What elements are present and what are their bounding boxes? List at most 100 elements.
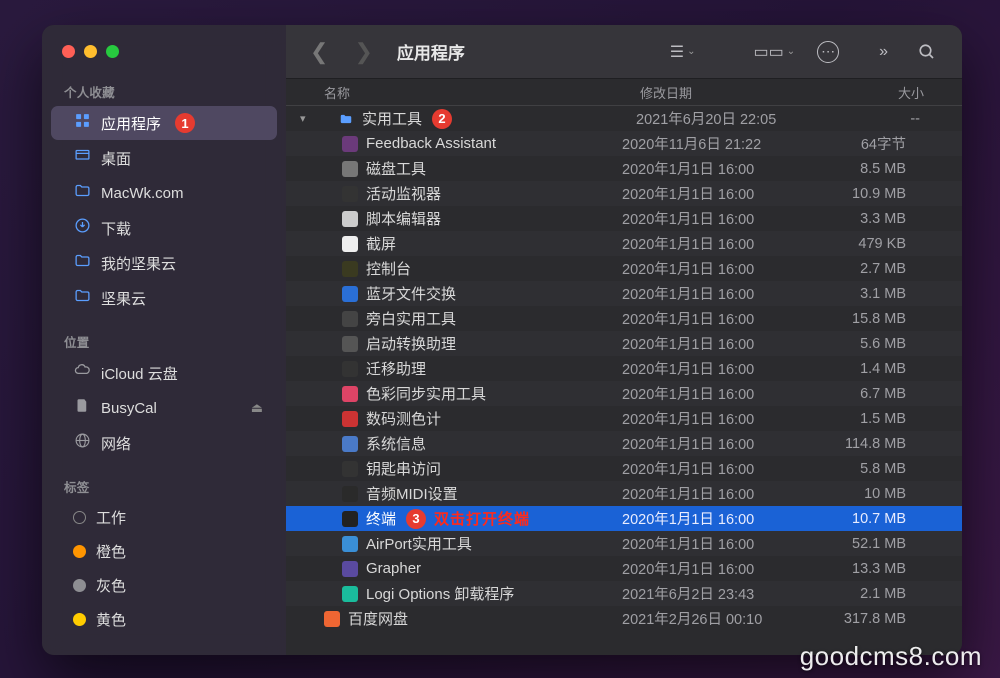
file-row[interactable]: AirPort实用工具2020年1月1日 16:0052.1 MB	[286, 531, 962, 556]
file-row[interactable]: Grapher2020年1月1日 16:0013.3 MB	[286, 556, 962, 581]
close-button[interactable]	[62, 45, 75, 58]
app-icon	[340, 435, 360, 453]
sidebar-item-label: 桌面	[101, 148, 131, 169]
file-size: 10.9 MB	[814, 186, 924, 202]
file-row[interactable]: 蓝牙文件交换2020年1月1日 16:003.1 MB	[286, 281, 962, 306]
group-button[interactable]: ▭▭⌄	[745, 38, 803, 66]
file-name: 音频MIDI设置	[366, 483, 458, 504]
sidebar-item-应用程序[interactable]: 应用程序1	[51, 106, 277, 140]
annotation-badge: 2	[432, 109, 452, 129]
file-row[interactable]: 音频MIDI设置 2020年1月1日 16:0010 MB	[286, 481, 962, 506]
sidebar-item-我的坚果云[interactable]: 我的坚果云	[51, 246, 277, 280]
col-date[interactable]: 修改日期	[640, 83, 832, 102]
sidebar-tag-黄色[interactable]: 黄色	[51, 603, 277, 636]
file-name: 磁盘工具	[366, 158, 426, 179]
file-row[interactable]: 控制台2020年1月1日 16:002.7 MB	[286, 256, 962, 281]
file-size: 5.6 MB	[814, 336, 924, 352]
app-icon	[340, 535, 360, 553]
sidebar-item-label: 橙色	[96, 541, 126, 562]
col-size[interactable]: 大小	[832, 83, 942, 102]
file-row[interactable]: 终端3双击打开终端2020年1月1日 16:0010.7 MB	[286, 506, 962, 531]
forward-button[interactable]: ❯	[348, 37, 378, 67]
file-size: 2.1 MB	[814, 586, 924, 602]
view-list-button[interactable]: ☰⌄	[662, 38, 704, 66]
file-name: 百度网盘	[348, 608, 408, 629]
file-name: 截屏	[366, 233, 396, 254]
folder-row[interactable]: ▾ 实用工具 2 2021年6月20日 22:05--	[286, 106, 962, 131]
file-date: 2020年1月1日 16:00	[622, 483, 814, 504]
file-row[interactable]: 百度网盘 2021年2月26日 00:10317.8 MB	[286, 606, 962, 631]
file-name: 实用工具	[362, 108, 422, 129]
sidebar-item-label: MacWk.com	[101, 185, 184, 202]
sidebar-item-label: 坚果云	[101, 288, 146, 309]
more-button[interactable]: »	[871, 39, 896, 65]
file-size: 317.8 MB	[814, 611, 924, 627]
file-size: 3.3 MB	[814, 211, 924, 227]
file-date: 2020年1月1日 16:00	[622, 508, 814, 529]
file-size: 13.3 MB	[814, 561, 924, 577]
sidebar-item-BusyCal[interactable]: BusyCal ⏏	[51, 391, 277, 425]
sidebar-item-桌面[interactable]: 桌面	[51, 141, 277, 175]
toolbar: ❮ ❯ 应用程序 ☰⌄ ▭▭⌄ ⋯ »	[286, 25, 962, 79]
sidebar-item-MacWk.com[interactable]: MacWk.com	[51, 176, 277, 210]
file-row[interactable]: 系统信息2020年1月1日 16:00114.8 MB	[286, 431, 962, 456]
sidebar-item-label: BusyCal	[101, 400, 157, 417]
app-icon	[340, 385, 360, 403]
sidebar-item-iCloud 云盘[interactable]: iCloud 云盘	[51, 356, 277, 390]
file-size: 8.5 MB	[814, 161, 924, 177]
file-row[interactable]: 迁移助理2020年1月1日 16:001.4 MB	[286, 356, 962, 381]
col-name[interactable]: 名称	[324, 83, 640, 102]
minimize-button[interactable]	[84, 45, 97, 58]
app-icon	[340, 460, 360, 478]
file-row[interactable]: 磁盘工具2020年1月1日 16:008.5 MB	[286, 156, 962, 181]
file-row[interactable]: 启动转换助理2020年1月1日 16:005.6 MB	[286, 331, 962, 356]
disclosure-triangle[interactable]: ▾	[300, 112, 314, 125]
file-size: --	[828, 111, 938, 127]
app-icon	[340, 510, 360, 528]
sidebar-item-网络[interactable]: 网络	[51, 426, 277, 460]
file-date: 2021年2月26日 00:10	[622, 608, 814, 629]
sidebar-item-下载[interactable]: 下载	[51, 211, 277, 245]
file-row[interactable]: 截屏2020年1月1日 16:00479 KB	[286, 231, 962, 256]
maximize-button[interactable]	[106, 45, 119, 58]
file-size: 10.7 MB	[814, 511, 924, 527]
file-name: 控制台	[366, 258, 411, 279]
folder-icon	[73, 287, 91, 309]
app-icon	[340, 210, 360, 228]
file-date: 2020年1月1日 16:00	[622, 308, 814, 329]
file-name: Logi Options 卸载程序	[366, 583, 514, 604]
file-row[interactable]: Logi Options 卸载程序2021年6月2日 23:432.1 MB	[286, 581, 962, 606]
action-button[interactable]: ⋯	[817, 41, 839, 63]
search-button[interactable]	[910, 39, 944, 65]
eject-icon[interactable]: ⏏	[251, 400, 263, 416]
sidebar-item-坚果云[interactable]: 坚果云	[51, 281, 277, 315]
file-row[interactable]: 数码测色计2020年1月1日 16:001.5 MB	[286, 406, 962, 431]
app-icon	[340, 560, 360, 578]
sidebar-tag-橙色[interactable]: 橙色	[51, 535, 277, 568]
file-size: 10 MB	[814, 486, 924, 502]
desktop-icon	[73, 147, 91, 169]
app-icon	[340, 335, 360, 353]
file-row[interactable]: 钥匙串访问2020年1月1日 16:005.8 MB	[286, 456, 962, 481]
disk-icon	[73, 397, 91, 419]
file-name: Grapher	[366, 560, 421, 577]
file-row[interactable]: 色彩同步实用工具2020年1月1日 16:006.7 MB	[286, 381, 962, 406]
file-row[interactable]: 旁白实用工具2020年1月1日 16:0015.8 MB	[286, 306, 962, 331]
file-list[interactable]: ▾ 实用工具 2 2021年6月20日 22:05-- Feedback Assista…	[286, 106, 962, 655]
file-date: 2020年1月1日 16:00	[622, 408, 814, 429]
app-icon	[340, 585, 360, 603]
file-row[interactable]: 活动监视器2020年1月1日 16:0010.9 MB	[286, 181, 962, 206]
annotation-text: 双击打开终端	[434, 508, 530, 529]
back-button[interactable]: ❮	[304, 37, 334, 67]
file-row[interactable]: 脚本编辑器2020年1月1日 16:003.3 MB	[286, 206, 962, 231]
tag-dot-icon	[73, 545, 86, 558]
tag-dot-icon	[73, 579, 86, 592]
file-date: 2020年1月1日 16:00	[622, 283, 814, 304]
sidebar-item-label: 工作	[96, 507, 126, 528]
sidebar-tag-工作[interactable]: 工作	[51, 501, 277, 534]
file-row[interactable]: Feedback Assistant2020年11月6日 21:2264字节	[286, 131, 962, 156]
file-date: 2020年1月1日 16:00	[622, 233, 814, 254]
sidebar-tag-灰色[interactable]: 灰色	[51, 569, 277, 602]
file-date: 2020年1月1日 16:00	[622, 433, 814, 454]
file-date: 2021年6月20日 22:05	[636, 108, 828, 129]
